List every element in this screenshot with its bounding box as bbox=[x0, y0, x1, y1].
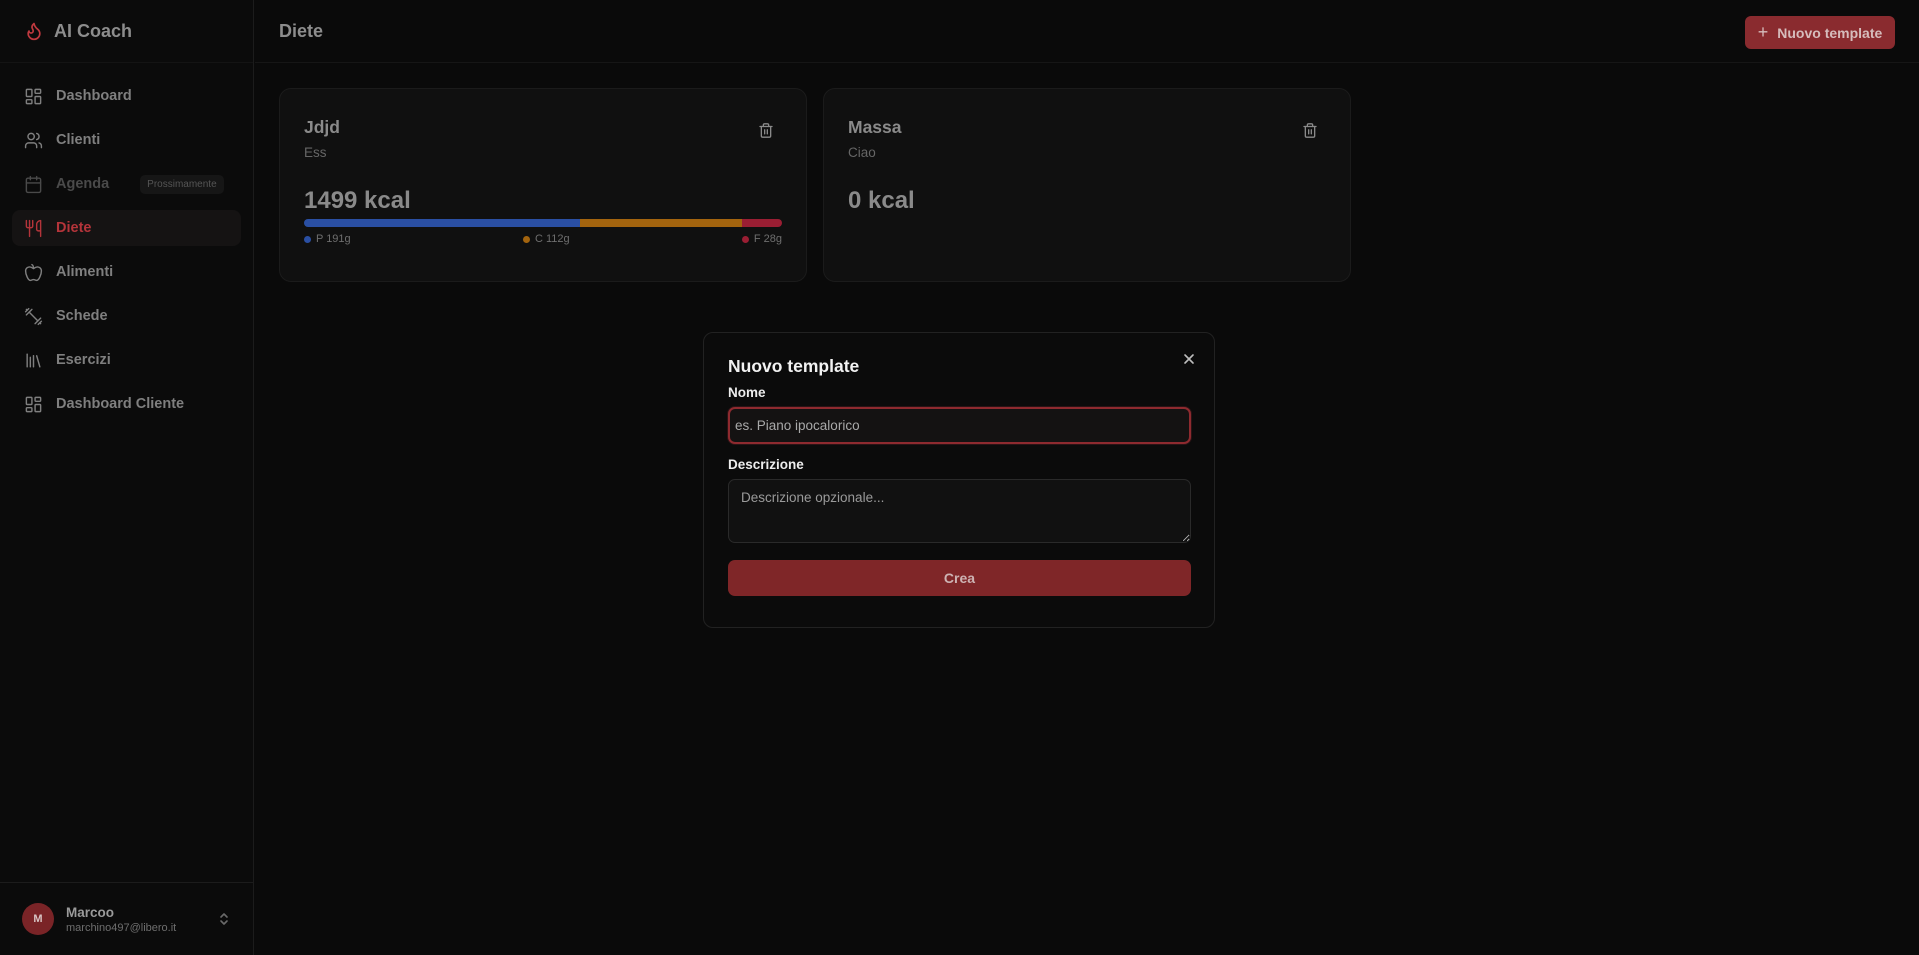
sidebar-item-label: Agenda bbox=[56, 176, 110, 192]
legend-label: P 191g bbox=[316, 233, 351, 245]
user-info: Marcoo marchino497@libero.it bbox=[66, 905, 176, 934]
sidebar-item-label: Esercizi bbox=[56, 352, 111, 368]
macro-fat-segment bbox=[741, 219, 782, 227]
template-title: Jdjd bbox=[304, 117, 340, 137]
user-menu[interactable]: M Marcoo marchino497@libero.it bbox=[0, 882, 254, 955]
sidebar-item-dashboard-cliente[interactable]: Dashboard Cliente bbox=[12, 386, 241, 422]
sidebar-nav: Dashboard Clienti Agenda Prossimamente D… bbox=[0, 63, 253, 422]
library-icon bbox=[26, 352, 41, 368]
sidebar-item-label: Dashboard Cliente bbox=[56, 396, 185, 412]
new-template-label: Nuovo template bbox=[1777, 24, 1883, 41]
user-name: Marcoo bbox=[66, 904, 115, 920]
macro-legend-fat: F 28g bbox=[741, 233, 782, 245]
sidebar-item-dashboard[interactable]: Dashboard bbox=[12, 78, 241, 114]
sidebar-item-label: Alimenti bbox=[56, 264, 114, 280]
new-template-dialog: Nuovo template Nome Descrizione Crea bbox=[703, 332, 1215, 628]
trash-icon[interactable] bbox=[758, 122, 774, 139]
legend-label: F 28g bbox=[753, 233, 782, 245]
dumbbell-icon bbox=[24, 307, 43, 325]
template-description: Ess bbox=[304, 145, 327, 160]
description-label: Descrizione bbox=[728, 457, 804, 472]
new-template-button[interactable]: + Nuovo template bbox=[1745, 16, 1895, 49]
avatar: M bbox=[22, 903, 54, 935]
macro-carbs-segment bbox=[579, 219, 742, 227]
legend-dot bbox=[741, 235, 749, 243]
name-input[interactable] bbox=[728, 407, 1191, 444]
sidebar-item-esercizi[interactable]: Esercizi bbox=[12, 342, 241, 378]
utensils-icon bbox=[25, 219, 42, 237]
dashboard-icon bbox=[25, 88, 42, 104]
user-email: marchino497@libero.it bbox=[66, 921, 177, 934]
apple-icon bbox=[24, 263, 43, 281]
sidebar-item-diete[interactable]: Diete bbox=[12, 210, 241, 246]
users-icon bbox=[24, 132, 43, 148]
chevrons-up-down-icon[interactable] bbox=[218, 911, 230, 927]
page-title: Diete bbox=[279, 20, 324, 41]
sidebar-item-agenda: Agenda Prossimamente bbox=[12, 166, 241, 202]
plus-icon: + bbox=[1757, 21, 1769, 42]
template-card[interactable]: Massa Ciao 0 kcal bbox=[823, 88, 1351, 282]
sidebar-item-label: Schede bbox=[56, 308, 108, 324]
sidebar: AI Coach Dashboard Clienti Agenda Prossi… bbox=[0, 0, 254, 955]
brand: AI Coach bbox=[0, 0, 253, 63]
template-kcal: 0 kcal bbox=[848, 187, 915, 214]
sidebar-item-alimenti[interactable]: Alimenti bbox=[12, 254, 241, 290]
template-card[interactable]: Jdjd Ess 1499 kcal P 191g C 112g F 28g bbox=[279, 88, 807, 282]
macro-legend-protein: P 191g bbox=[304, 233, 351, 245]
coming-soon-badge: Prossimamente bbox=[140, 174, 224, 194]
macro-legend-carbs: C 112g bbox=[522, 233, 570, 245]
dashboard-icon bbox=[25, 396, 42, 412]
flame-icon bbox=[24, 20, 44, 42]
trash-icon[interactable] bbox=[1302, 122, 1318, 139]
name-label: Nome bbox=[728, 385, 766, 400]
macro-protein-segment bbox=[304, 219, 580, 227]
sidebar-item-label: Diete bbox=[56, 220, 92, 236]
legend-dot bbox=[304, 235, 311, 243]
description-textarea[interactable] bbox=[728, 479, 1191, 543]
sidebar-item-clienti[interactable]: Clienti bbox=[12, 122, 241, 158]
close-icon[interactable] bbox=[1182, 352, 1196, 366]
sidebar-item-schede[interactable]: Schede bbox=[12, 298, 241, 334]
sidebar-item-label: Dashboard bbox=[56, 88, 132, 104]
template-description: Ciao bbox=[848, 145, 876, 160]
sidebar-item-label: Clienti bbox=[56, 132, 101, 148]
macro-legend: P 191g C 112g F 28g bbox=[304, 233, 782, 245]
template-kcal: 1499 kcal bbox=[304, 187, 411, 214]
legend-label: C 112g bbox=[534, 233, 570, 245]
create-button[interactable]: Crea bbox=[728, 560, 1191, 596]
legend-dot bbox=[522, 235, 530, 243]
app-name: AI Coach bbox=[54, 20, 133, 41]
template-title: Massa bbox=[848, 117, 902, 137]
topbar: Diete + Nuovo template bbox=[255, 0, 1919, 63]
calendar-icon bbox=[25, 175, 42, 193]
macro-bar bbox=[304, 219, 782, 227]
dialog-title: Nuovo template bbox=[728, 356, 860, 376]
